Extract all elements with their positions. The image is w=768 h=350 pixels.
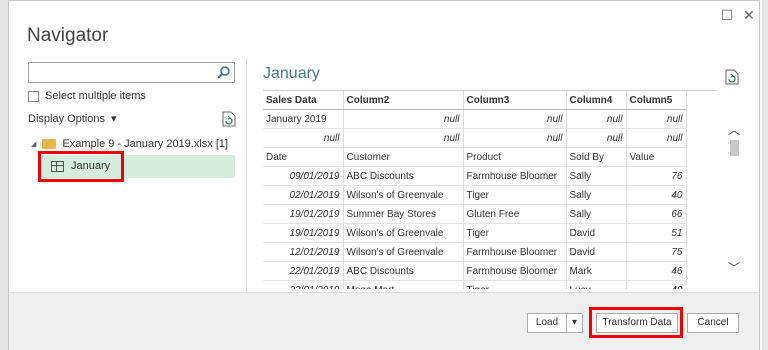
table-cell: 23/01/2019 [263, 280, 344, 289]
table-cell: Summer Bay Stores [343, 204, 464, 224]
table-cell: 76 [626, 166, 687, 186]
vertical-scrollbar[interactable]: ︿ ﹀ [727, 111, 741, 286]
table-cell: Sally [566, 166, 627, 186]
table-cell: Sold By [566, 147, 627, 167]
table-cell: 40 [626, 280, 687, 289]
table-row: 19/01/2019 Wilson's of Greenvale Tiger D… [263, 223, 687, 243]
table-cell: 40 [626, 185, 687, 205]
preview-table: Sales Data Column2 Column3 Column4 Colum… [263, 91, 687, 289]
table-cell: 19/01/2019 [263, 223, 344, 243]
preview-title: January [263, 65, 320, 82]
table-row: 12/01/2019 Wilson's of Greenvale Farmhou… [263, 242, 687, 262]
scroll-up-icon[interactable]: ︿ [727, 121, 741, 138]
table-row: 22/01/2019 ABC Discounts Farmhouse Bloom… [263, 261, 687, 281]
scrollbar-thumb[interactable] [730, 140, 739, 156]
table-row: Date Customer Product Sold By Value [263, 147, 687, 167]
table-row: 09/01/2019 ABC Discounts Farmhouse Bloom… [263, 166, 687, 186]
table-cell: Lucy [566, 280, 627, 289]
scroll-down-icon[interactable]: ﹀ [727, 259, 741, 276]
tree-item-workbook-label[interactable]: Example 9 - January 2019.xlsx [1] [62, 138, 228, 150]
table-cell: Sally [566, 185, 627, 205]
search-icon[interactable] [217, 65, 231, 79]
pane-splitter[interactable] [246, 59, 247, 291]
chevron-down-icon[interactable]: ▾ [111, 112, 117, 125]
table-cell: Date [263, 147, 344, 167]
background-left-edge [0, 0, 8, 350]
cancel-button[interactable]: Cancel [687, 313, 739, 333]
preview-refresh-icon[interactable] [725, 69, 739, 85]
column-header[interactable]: Column5 [626, 91, 687, 110]
table-cell: 46 [626, 261, 687, 281]
table-cell: Wilson's of Greenvale [343, 242, 464, 262]
display-options-dropdown[interactable]: Display Options ▾ [28, 112, 117, 126]
close-button[interactable]: ✕ [739, 5, 759, 25]
table-cell: null [566, 128, 627, 148]
table-cell: Mega Mart [343, 280, 464, 289]
column-header[interactable]: Sales Data [263, 91, 344, 110]
table-cell: null [263, 128, 344, 148]
table-cell: Sally [566, 204, 627, 224]
table-cell: 02/01/2019 [263, 185, 344, 205]
table-cell: 22/01/2019 [263, 261, 344, 281]
table-cell: Farmhouse Bloomer [463, 261, 567, 281]
table-cell: Mark [566, 261, 627, 281]
dialog-title: Navigator [27, 25, 109, 46]
table-cell: ABC Discounts [343, 166, 464, 186]
restore-button[interactable]: ☐ [717, 5, 737, 25]
table-cell: Farmhouse Bloomer [463, 242, 567, 262]
table-cell: 19/01/2019 [263, 204, 344, 224]
table-row: January 2019 null null null null [263, 109, 687, 129]
table-cell: Tiger [463, 185, 567, 205]
table-cell: 09/01/2019 [263, 166, 344, 186]
select-multiple-checkbox[interactable] [28, 90, 39, 102]
column-header[interactable]: Column3 [463, 91, 567, 110]
table-cell: null [343, 109, 464, 129]
background-right-edge [762, 0, 768, 350]
table-cell: Wilson's of Greenvale [343, 223, 464, 243]
table-cell: January 2019 [263, 109, 344, 129]
select-multiple-row[interactable]: Select multiple items [28, 90, 146, 102]
table-cell: Value [626, 147, 687, 167]
table-cell: Wilson's of Greenvale [343, 185, 464, 205]
select-multiple-label[interactable]: Select multiple items [45, 90, 146, 102]
table-cell: Product [463, 147, 567, 167]
search-input[interactable] [28, 62, 235, 83]
column-header[interactable]: Column2 [343, 91, 464, 110]
table-cell: 66 [626, 204, 687, 224]
table-cell: 51 [626, 223, 687, 243]
expand-icon[interactable]: ◢ [31, 140, 36, 148]
table-cell: Customer [343, 147, 464, 167]
table-header-row: Sales Data Column2 Column3 Column4 Colum… [263, 91, 687, 110]
tree-item-workbook[interactable]: ◢ Example 9 - January 2019.xlsx [1] [31, 138, 228, 150]
table-cell: Tiger [463, 280, 567, 289]
table-cell: Farmhouse Bloomer [463, 166, 567, 186]
table-cell: null [463, 109, 567, 129]
table-row: 02/01/2019 Wilson's of Greenvale Tiger S… [263, 185, 687, 205]
table-row: 19/01/2019 Summer Bay Stores Gluten Free… [263, 204, 687, 224]
table-cell: null [626, 109, 687, 129]
table-cell: David [566, 242, 627, 262]
table-cell: 12/01/2019 [263, 242, 344, 262]
table-cell: 75 [626, 242, 687, 262]
refresh-icon[interactable] [222, 111, 236, 127]
table-cell: null [463, 128, 567, 148]
table-cell: David [566, 223, 627, 243]
display-options-label[interactable]: Display Options [28, 113, 105, 125]
table-cell: null [626, 128, 687, 148]
table-row: null null null null null [263, 128, 687, 148]
preview-grid: Sales Data Column2 Column3 Column4 Colum… [263, 90, 717, 289]
load-button[interactable]: Load [527, 313, 567, 333]
navigator-dialog: ☐ ✕ Navigator Select multiple items Disp… [8, 0, 760, 350]
table-cell: null [343, 128, 464, 148]
table-cell: ABC Discounts [343, 261, 464, 281]
table-cell: Tiger [463, 223, 567, 243]
folder-icon [42, 139, 57, 149]
table-cell: Gluten Free [463, 204, 567, 224]
load-dropdown-button[interactable]: ▾ [567, 313, 583, 333]
highlight-box-transform [589, 307, 683, 338]
table-row: 23/01/2019 Mega Mart Tiger Lucy 40 [263, 280, 687, 289]
table-cell: null [566, 109, 627, 129]
column-header[interactable]: Column4 [566, 91, 627, 110]
highlight-box-january [38, 151, 124, 182]
